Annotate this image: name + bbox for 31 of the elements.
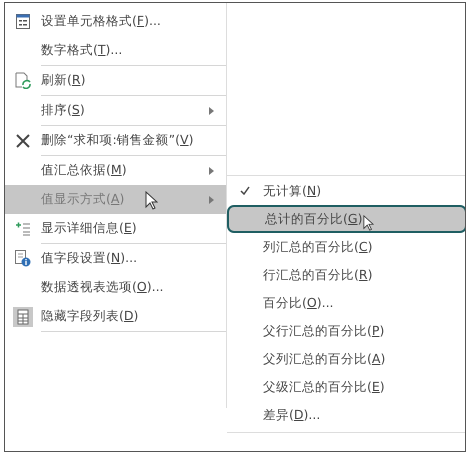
mouse-pointer-icon bbox=[363, 215, 374, 231]
submenu-item[interactable]: 列汇总的百分比(C) bbox=[227, 233, 465, 261]
menu-item[interactable]: 数字格式(T)... bbox=[5, 36, 226, 66]
submenu-item[interactable]: 无计算(N) bbox=[227, 177, 465, 205]
list-icon bbox=[16, 14, 30, 29]
mouse-pointer-icon bbox=[145, 191, 158, 210]
menu-item[interactable]: 值字段设置(N)... bbox=[5, 244, 226, 273]
checkmark-icon bbox=[240, 186, 250, 194]
menu-item[interactable]: 刷新(R) bbox=[5, 66, 226, 96]
menu-item[interactable]: 设置单元格格式(F)... bbox=[5, 7, 226, 36]
submenu-arrow-icon bbox=[209, 196, 214, 204]
field-list-icon bbox=[13, 306, 33, 326]
close-icon bbox=[15, 132, 31, 148]
menu-item[interactable]: 隐藏字段列表(D) bbox=[5, 302, 226, 332]
submenu-item[interactable]: 父行汇总的百分比(P) bbox=[227, 317, 465, 345]
refresh-icon bbox=[15, 72, 31, 89]
menu-item[interactable]: 值汇总依据(M) bbox=[5, 156, 226, 185]
menu-item[interactable]: 数据透视表选项(O)... bbox=[5, 273, 226, 302]
add-rows-icon bbox=[15, 222, 31, 236]
submenu-item[interactable]: 父级汇总的百分比(E) bbox=[227, 373, 465, 401]
menu-item[interactable]: 显示详细信息(E) bbox=[5, 214, 226, 244]
menu-item[interactable]: 排序(S) bbox=[5, 96, 226, 126]
submenu-item[interactable]: 百分比(O)... bbox=[227, 289, 465, 317]
submenu-item[interactable]: 差异(D)... bbox=[227, 401, 465, 429]
info-document-icon bbox=[15, 250, 31, 267]
submenu-arrow-icon bbox=[209, 106, 214, 114]
submenu-item[interactable]: 行汇总的百分比(R) bbox=[227, 261, 465, 289]
submenu-arrow-icon bbox=[209, 166, 214, 174]
submenu-item[interactable]: 父列汇总的百分比(A) bbox=[227, 345, 465, 373]
submenu-item[interactable]: 总计的百分比(G) bbox=[227, 205, 465, 233]
menu-item[interactable]: 删除“求和项:销售金额”(V) bbox=[5, 126, 226, 156]
